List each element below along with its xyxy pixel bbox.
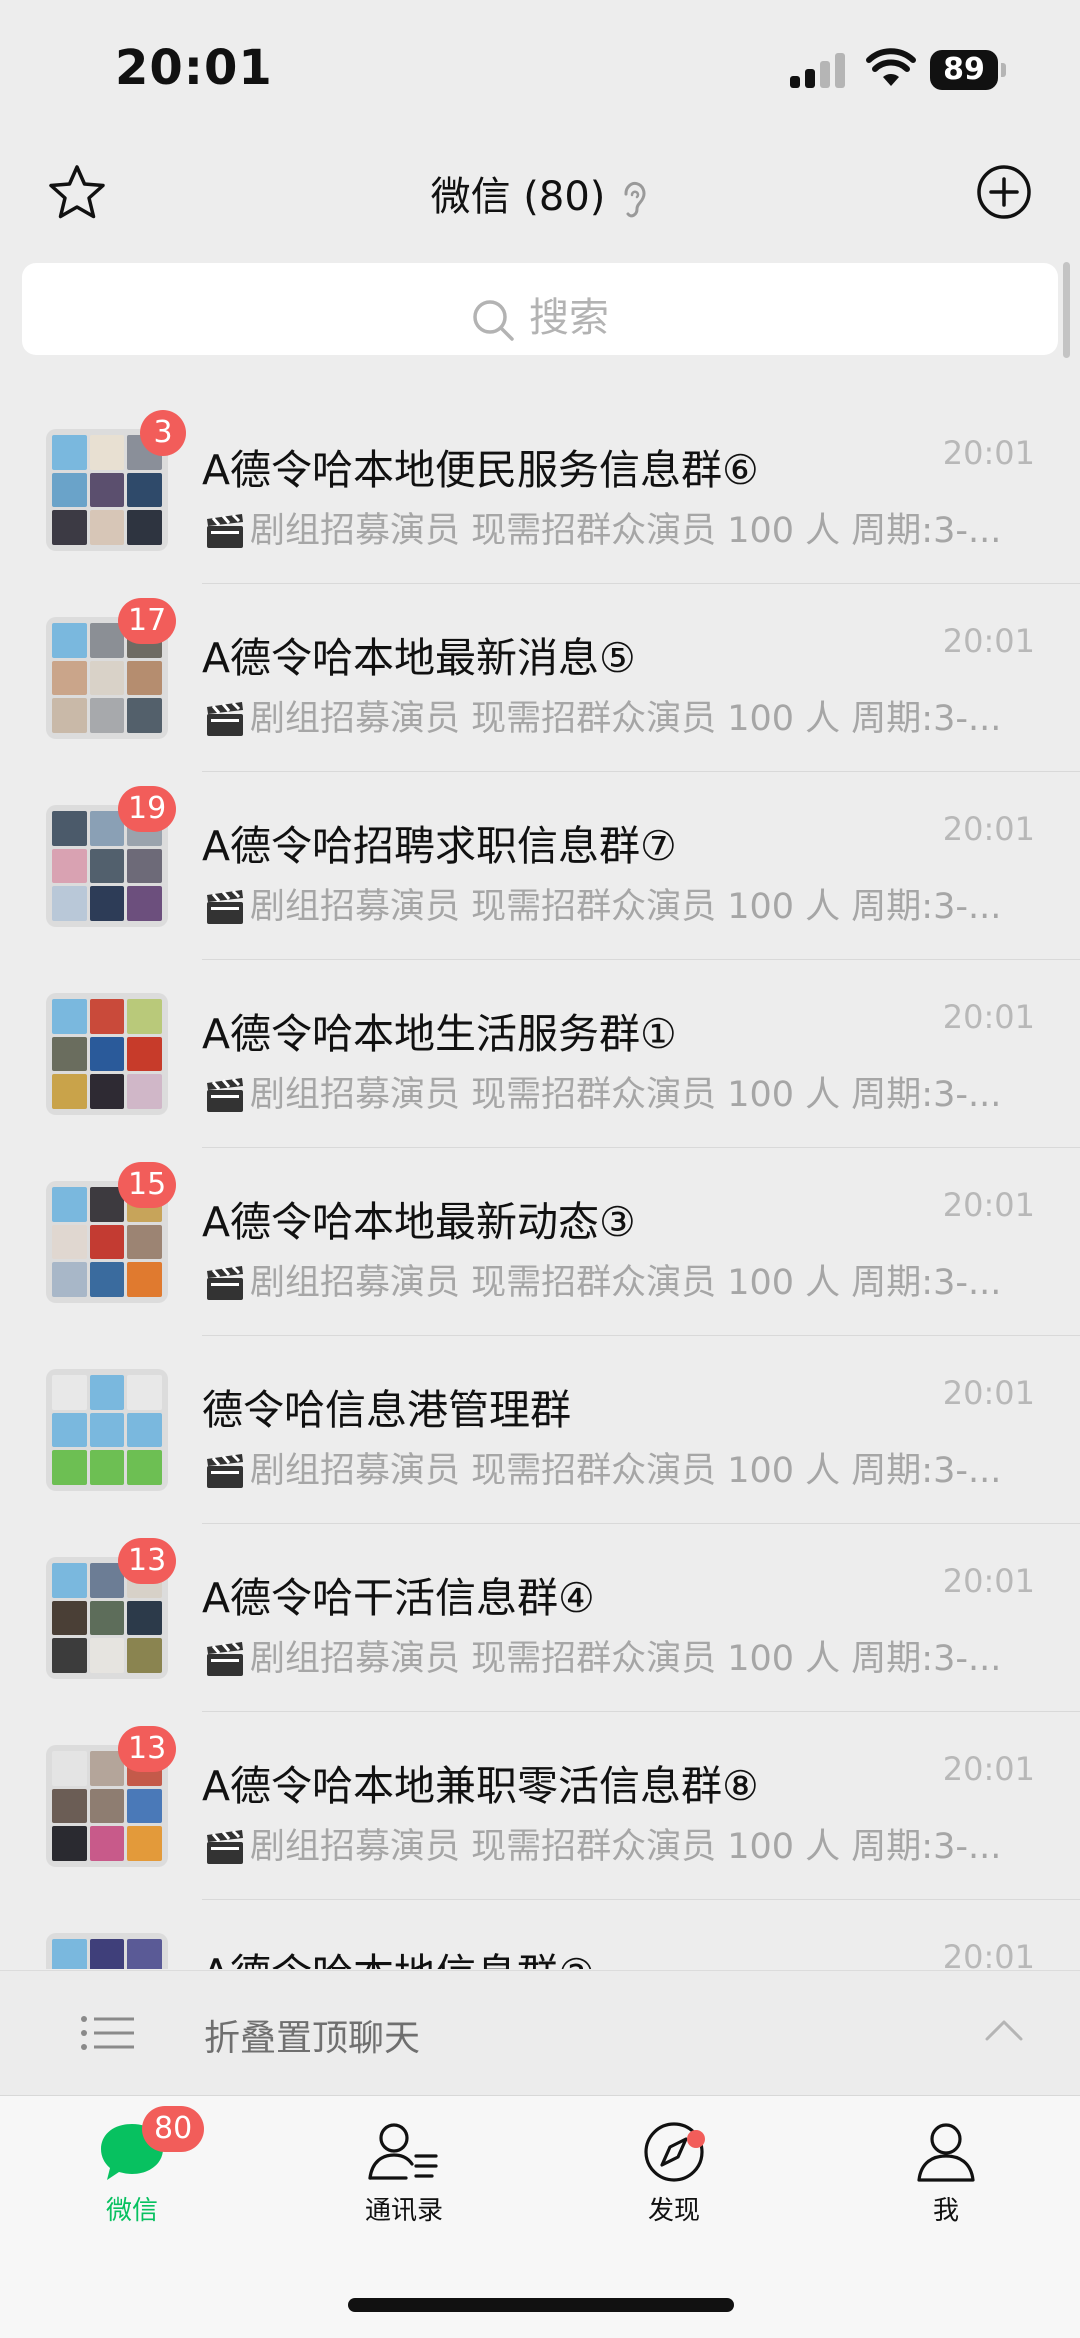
tab-label: 发现 (647, 2196, 700, 2226)
clapperboard-icon (207, 1453, 243, 1488)
clapperboard-icon (207, 1829, 243, 1864)
unread-badge: 3 (140, 410, 186, 456)
unread-badge: 13 (118, 1538, 177, 1584)
chat-time: 20:01 (942, 1938, 1035, 1969)
chat-preview: 剧组招募演员 现需招群众演员 100 人 周期:3-... (204, 1254, 1024, 1305)
chat-name: A德令哈本地最新消息⑤ (202, 634, 636, 682)
chat-name: A德令哈本地兼职零活信息群⑧ (202, 1762, 759, 1810)
chat-name: A德令哈本地信息群② (202, 1940, 595, 1969)
chat-preview: 剧组招募演员 现需招群众演员 100 人 周期:3-... (204, 1066, 1024, 1117)
chat-name: A德令哈本地最新动态③ (202, 1198, 636, 1246)
chat-row[interactable]: 17 A德令哈本地最新消息⑤ 20:01 剧组招募演员 现需招群众演员 100 人 周… (0, 584, 1080, 772)
nav-header: 微信 (80) (0, 140, 1080, 260)
clapperboard-icon (207, 513, 243, 548)
chat-preview-text: 剧组招募演员 现需招群众演员 100 人 周期:3-... (250, 699, 1002, 739)
chat-time: 20:01 (942, 1374, 1035, 1412)
clapperboard-icon (207, 701, 243, 736)
tab-discover[interactable]: 发现 (574, 2120, 774, 2227)
notification-dot (687, 2130, 705, 2148)
chat-preview: 剧组招募演员 现需招群众演员 100 人 周期:3-... (204, 878, 1024, 929)
tab-label: 通讯录 (364, 2196, 443, 2226)
chat-preview-text: 剧组招募演员 现需招群众演员 100 人 周期:3-... (250, 1827, 1002, 1867)
clapperboard-icon (207, 1077, 243, 1112)
status-bar: 20:01 89 (0, 0, 1080, 140)
ear-icon (624, 181, 646, 218)
add-circle-icon[interactable] (974, 162, 1034, 222)
list-icon (81, 2016, 134, 2050)
page-title-text: 微信 (80) (430, 174, 606, 220)
chat-row[interactable]: 15 A德令哈本地最新动态③ 20:01 剧组招募演员 现需招群众演员 100 人 周… (0, 1148, 1080, 1336)
cellular-signal-icon (790, 52, 846, 88)
fold-pinned-bar[interactable]: 折叠置顶聊天 (0, 1970, 1080, 2095)
chat-preview: 剧组招募演员 现需招群众演员 100 人 周期:3-... (204, 1818, 1024, 1869)
clapperboard-icon (207, 1265, 243, 1300)
wifi-icon (866, 48, 916, 86)
chat-time: 20:01 (942, 622, 1035, 660)
chat-name: A德令哈本地便民服务信息群⑥ (202, 446, 759, 494)
contacts-icon (368, 2123, 438, 2180)
tab-me[interactable]: 我 (846, 2120, 1046, 2227)
chat-time: 20:01 (942, 810, 1035, 848)
chat-preview: 剧组招募演员 现需招群众演员 100 人 周期:3-... (204, 502, 1024, 553)
chat-name: A德令哈招聘求职信息群⑦ (202, 822, 677, 870)
chat-preview: 剧组招募演员 现需招群众演员 100 人 周期:3-... (204, 1630, 1024, 1681)
unread-badge: 19 (118, 786, 177, 832)
person-icon (917, 2123, 975, 2182)
chat-preview-text: 剧组招募演员 现需招群众演员 100 人 周期:3-... (250, 1075, 1002, 1115)
chat-preview: 剧组招募演员 现需招群众演员 100 人 周期:3-... (204, 1442, 1024, 1493)
chat-row[interactable]: 13 A德令哈干活信息群④ 20:01 剧组招募演员 现需招群众演员 100 人 周期… (0, 1524, 1080, 1712)
battery-icon: 89 (930, 50, 1006, 90)
chat-name: A德令哈本地生活服务群① (202, 1010, 677, 1058)
chat-row[interactable]: 德令哈信息港管理群 20:01 剧组招募演员 现需招群众演员 100 人 周期:3-… (0, 1336, 1080, 1524)
page-title: 微信 (80) (0, 164, 1080, 222)
clapperboard-icon (207, 889, 243, 924)
chat-time: 20:01 (942, 1750, 1035, 1788)
tab-label: 微信 (105, 2196, 158, 2226)
scrollbar[interactable] (1063, 262, 1070, 358)
search-icon (473, 300, 514, 341)
battery-level: 89 (930, 50, 998, 90)
chat-preview-text: 剧组招募演员 现需招群众演员 100 人 周期:3-... (250, 887, 1002, 927)
chat-row[interactable]: 19 A德令哈招聘求职信息群⑦ 20:01 剧组招募演员 现需招群众演员 100 人 … (0, 772, 1080, 960)
unread-badge: 15 (118, 1162, 177, 1208)
unread-badge: 80 (142, 2106, 205, 2152)
group-avatar (46, 1369, 168, 1491)
chat-name: 德令哈信息港管理群 (202, 1386, 571, 1434)
chat-row[interactable]: 3 A德令哈本地便民服务信息群⑥ 20:01 剧组招募演员 现需招群众演员 100 人… (0, 396, 1080, 584)
clapperboard-icon (207, 1641, 243, 1676)
chat-row[interactable]: A德令哈本地生活服务群① 20:01 剧组招募演员 现需招群众演员 100 人 周期… (0, 960, 1080, 1148)
search-placeholder: 搜索 (529, 295, 609, 341)
chat-preview-text: 剧组招募演员 现需招群众演员 100 人 周期:3-... (250, 511, 1002, 551)
chat-preview-text: 剧组招募演员 现需招群众演员 100 人 周期:3-... (250, 1263, 1002, 1303)
tab-wechat[interactable]: 微信 80 (32, 2106, 232, 2227)
chat-preview-text: 剧组招募演员 现需招群众演员 100 人 周期:3-... (250, 1451, 1002, 1491)
fold-pinned-label: 折叠置顶聊天 (204, 2018, 421, 2059)
status-time: 20:01 (115, 40, 273, 96)
chat-list: 3 A德令哈本地便民服务信息群⑥ 20:01 剧组招募演员 现需招群众演员 100 人… (0, 396, 1080, 1969)
chat-time: 20:01 (942, 1186, 1035, 1224)
chat-row[interactable]: A德令哈本地信息群② 20:01 (0, 1900, 1080, 1969)
chat-preview: 剧组招募演员 现需招群众演员 100 人 周期:3-... (204, 690, 1024, 741)
tab-contacts[interactable]: 通讯录 (304, 2120, 504, 2227)
chat-time: 20:01 (942, 1562, 1035, 1600)
unread-badge: 17 (118, 598, 177, 644)
chat-row[interactable]: 13 A德令哈本地兼职零活信息群⑧ 20:01 剧组招募演员 现需招群众演员 100 … (0, 1712, 1080, 1900)
search-bar[interactable]: 搜索 (22, 263, 1058, 355)
unread-badge: 13 (118, 1726, 177, 1772)
chat-time: 20:01 (942, 434, 1035, 472)
tab-label: 我 (932, 2196, 959, 2226)
chat-time: 20:01 (942, 998, 1035, 1036)
group-avatar (46, 993, 168, 1115)
chevron-up-icon[interactable] (984, 2017, 1024, 2043)
home-indicator (348, 2298, 734, 2312)
chat-name: A德令哈干活信息群④ (202, 1574, 595, 1622)
group-avatar (46, 1933, 168, 1969)
chat-preview-text: 剧组招募演员 现需招群众演员 100 人 周期:3-... (250, 1639, 1002, 1679)
